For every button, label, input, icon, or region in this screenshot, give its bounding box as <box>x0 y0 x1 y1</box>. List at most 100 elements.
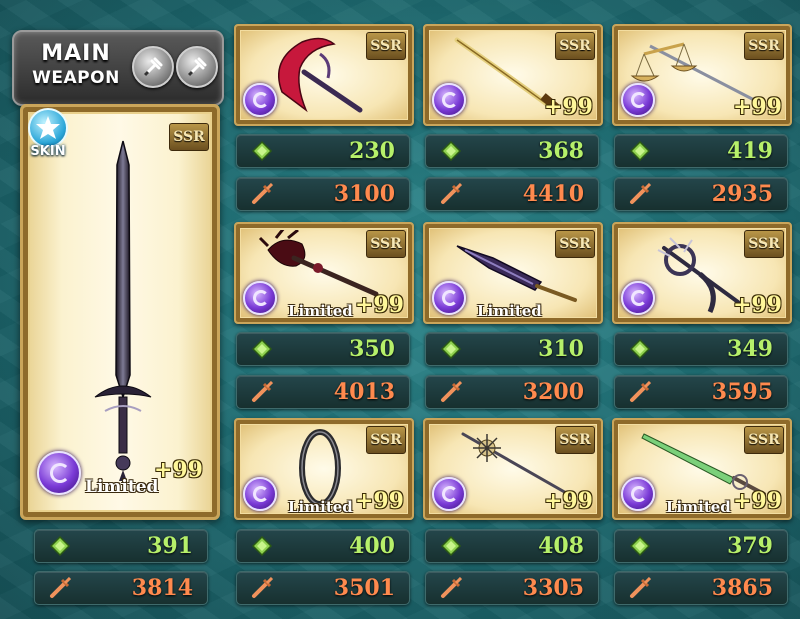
weapon-card[interactable]: SSR +99 <box>423 418 603 520</box>
hp-stat: 419 <box>614 134 788 168</box>
atk-value: 4410 <box>522 181 584 207</box>
green-diamond-icon <box>251 140 273 162</box>
atk-value: 3100 <box>333 181 395 207</box>
skin-badge[interactable]: SKIN <box>26 108 70 164</box>
sword-icon <box>441 381 462 402</box>
green-diamond-icon <box>251 535 273 557</box>
green-diamond-icon <box>251 338 273 360</box>
atk-stat: 4013 <box>236 375 410 409</box>
sword-icon <box>630 577 651 598</box>
weapon-card[interactable]: SSR +99 <box>423 24 603 126</box>
skin-label: SKIN <box>30 144 66 159</box>
plus-bonus: +99 <box>354 488 404 514</box>
rarity-badge: SSR <box>744 32 784 60</box>
hp-stat: 310 <box>425 332 599 366</box>
hp-stat: 349 <box>614 332 788 366</box>
hp-value: 350 <box>349 336 395 362</box>
plus-bonus: +99 <box>732 292 782 318</box>
limited-label: Limited <box>85 477 159 497</box>
rarity-badge: SSR <box>169 123 209 151</box>
limited-label: Limited <box>288 498 353 516</box>
atk-stat: 3100 <box>236 177 410 211</box>
hp-stat: 408 <box>425 529 599 563</box>
rarity-badge: SSR <box>366 230 406 258</box>
atk-value: 4013 <box>333 379 395 405</box>
atk-value: 3865 <box>711 575 773 601</box>
green-diamond-icon <box>629 140 651 162</box>
dark-element-icon <box>621 477 655 511</box>
atk-value: 3305 <box>522 575 584 601</box>
hp-stat: 350 <box>236 332 410 366</box>
limited-label: Limited <box>666 498 731 516</box>
weapon-card[interactable]: SSR +99 <box>612 222 792 324</box>
main-weapon-header: MAIN WEAPON <box>12 30 224 106</box>
sword-icon <box>441 577 462 598</box>
dark-element-icon <box>243 281 277 315</box>
skill-slot-icon[interactable] <box>132 46 174 88</box>
green-diamond-icon <box>629 535 651 557</box>
dark-element-icon <box>432 83 466 117</box>
hp-value: 379 <box>727 533 773 559</box>
hp-value: 400 <box>349 533 395 559</box>
weapon-card[interactable]: SSR +99 Limited <box>234 418 414 520</box>
sword-icon <box>252 381 273 402</box>
sword-icon <box>50 577 71 598</box>
dark-element-icon <box>432 281 466 315</box>
dark-element-icon <box>621 281 655 315</box>
sword-icon <box>630 183 651 204</box>
scythe-weapon-image <box>278 37 363 113</box>
hp-value: 391 <box>147 533 193 559</box>
main-title-line1: MAIN <box>41 41 111 66</box>
dark-element-icon <box>432 477 466 511</box>
hp-value: 368 <box>538 138 584 164</box>
weapon-card[interactable]: SSR <box>234 24 414 126</box>
atk-value: 3595 <box>711 379 773 405</box>
green-diamond-icon <box>629 338 651 360</box>
rarity-badge: SSR <box>555 426 595 454</box>
star-icon <box>28 108 68 148</box>
rarity-badge: SSR <box>366 32 406 60</box>
sword-icon <box>252 183 273 204</box>
dark-element-icon <box>37 451 81 495</box>
green-diamond-icon <box>49 535 71 557</box>
atk-stat: 3501 <box>236 571 410 605</box>
main-weapon-title: MAIN WEAPON <box>22 42 130 90</box>
skill-slot-icon[interactable] <box>176 46 218 88</box>
main-atk-stat: 3814 <box>34 571 208 605</box>
weapon-card[interactable]: SSR +99 <box>612 24 792 126</box>
hp-value: 349 <box>727 336 773 362</box>
hp-stat: 400 <box>236 529 410 563</box>
hp-stat: 368 <box>425 134 599 168</box>
plus-bonus: +99 <box>732 94 782 120</box>
plus-bonus: +99 <box>732 488 782 514</box>
sword-icon <box>630 381 651 402</box>
main-weapon-card[interactable]: SSR Limited +99 <box>20 104 220 520</box>
rarity-badge: SSR <box>744 230 784 258</box>
dark-element-icon <box>243 83 277 117</box>
atk-value: 3200 <box>522 379 584 405</box>
plus-bonus: +99 <box>153 457 203 483</box>
weapon-card[interactable]: SSR +99 Limited <box>612 418 792 520</box>
hp-value: 419 <box>727 138 773 164</box>
dark-element-icon <box>243 477 277 511</box>
atk-value: 3501 <box>333 575 395 601</box>
atk-stat: 3200 <box>425 375 599 409</box>
main-title-line2: WEAPON <box>32 68 120 88</box>
rarity-badge: SSR <box>555 32 595 60</box>
weapon-card[interactable]: SSR +99 Limited <box>234 222 414 324</box>
atk-value: 2935 <box>711 181 773 207</box>
rarity-badge: SSR <box>555 230 595 258</box>
plus-bonus: +99 <box>543 488 593 514</box>
hp-stat: 230 <box>236 134 410 168</box>
atk-value: 3814 <box>131 575 193 601</box>
atk-stat: 2935 <box>614 177 788 211</box>
hp-value: 408 <box>538 533 584 559</box>
weapon-card[interactable]: SSR Limited <box>423 222 603 324</box>
plus-bonus: +99 <box>354 292 404 318</box>
atk-stat: 3595 <box>614 375 788 409</box>
sword-icon <box>252 577 273 598</box>
hp-value: 230 <box>349 138 395 164</box>
hp-stat: 379 <box>614 529 788 563</box>
plus-bonus: +99 <box>543 94 593 120</box>
limited-label: Limited <box>288 302 353 320</box>
